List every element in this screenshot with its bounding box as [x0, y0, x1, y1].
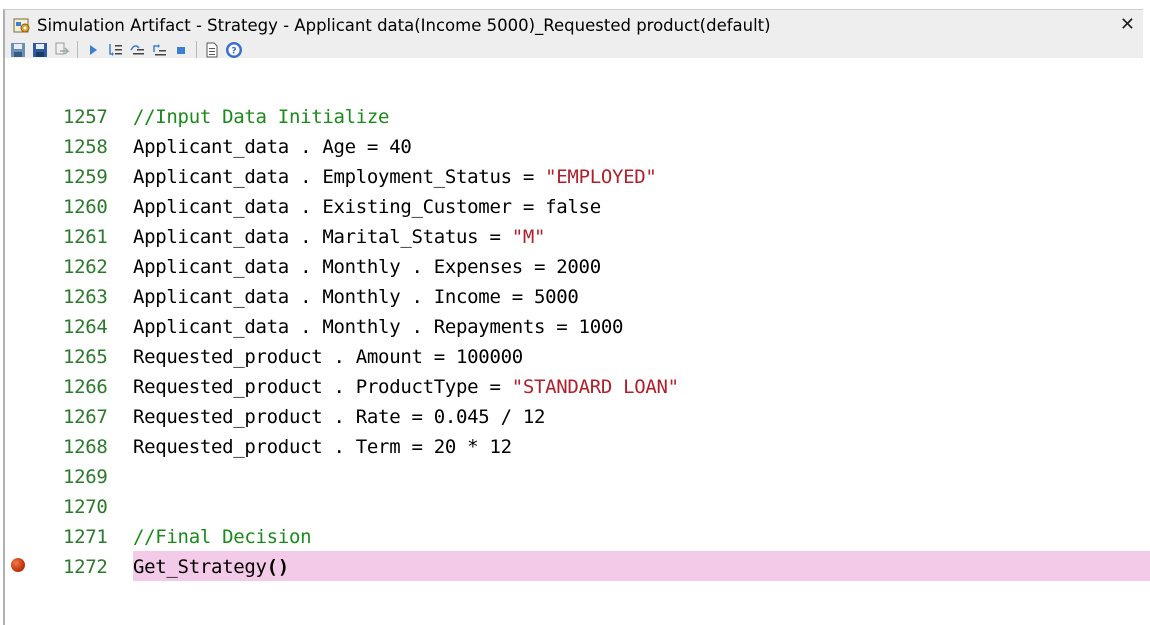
code-line[interactable]: 1257 //Input Data Initialize: [5, 101, 1150, 131]
code-text: Get_Strategy: [133, 556, 267, 578]
line-number: 1272: [63, 556, 108, 578]
code-text: Requested_product . Term = 20 * 12: [133, 436, 512, 458]
step-over-icon[interactable]: [128, 41, 146, 59]
step-in-icon[interactable]: [106, 41, 124, 59]
line-number: 1265: [63, 346, 108, 368]
line-number: 1264: [63, 316, 108, 338]
code-text: Applicant_data . Monthly . Income = 5000: [133, 286, 579, 308]
step-out-icon[interactable]: [150, 41, 168, 59]
line-number: 1257: [63, 106, 108, 128]
line-number: 1269: [63, 466, 108, 488]
line-code: Applicant_data . Monthly . Expenses = 20…: [133, 256, 601, 278]
line-number: 1271: [63, 526, 108, 548]
toolbar: ?: [5, 40, 1145, 60]
title-bar: Simulation Artifact - Strategy - Applica…: [3, 9, 1145, 60]
simulation-artifact-window: Simulation Artifact - Strategy - Applica…: [0, 0, 1150, 625]
run-icon[interactable]: [84, 41, 102, 59]
code-line[interactable]: 1266 Requested_product . ProductType = "S…: [5, 371, 1150, 401]
breakpoint-icon[interactable]: [11, 558, 25, 572]
line-code: //Final Decision: [133, 526, 312, 548]
code-line[interactable]: 1264 Applicant_data . Monthly . Repayment…: [5, 311, 1150, 341]
line-number: 1258: [63, 136, 108, 158]
line-code: Applicant_data . Marital_Status = "M": [133, 226, 545, 248]
line-number: 1268: [63, 436, 108, 458]
code-text: Requested_product . Amount = 100000: [133, 346, 523, 368]
code-text: Applicant_data . Age = 40: [133, 136, 412, 158]
title-row: Simulation Artifact - Strategy - Applica…: [5, 10, 1145, 41]
line-number: 1261: [63, 226, 108, 248]
line-code: //Input Data Initialize: [133, 106, 390, 128]
code-parens: (): [266, 556, 290, 578]
code-line[interactable]: 1262 Applicant_data . Monthly . Expenses …: [5, 251, 1150, 281]
code-line[interactable]: 1263 Applicant_data . Monthly . Income = …: [5, 281, 1150, 311]
code-line[interactable]: 1259 Applicant_data . Employment_Status =…: [5, 161, 1150, 191]
line-number: 1266: [63, 376, 108, 398]
stop-icon[interactable]: [172, 41, 190, 59]
code-line[interactable]: 1272 Get_Strategy(): [5, 551, 1150, 581]
line-number: 1270: [63, 496, 108, 518]
window-title: Simulation Artifact - Strategy - Applica…: [37, 16, 771, 35]
code-text: Applicant_data . Employment_Status =: [133, 166, 546, 188]
code-line[interactable]: 1265 Requested_product . Amount = 100000: [5, 341, 1150, 371]
save-as-icon[interactable]: [31, 41, 49, 59]
code-line[interactable]: 1260 Applicant_data . Existing_Customer =…: [5, 191, 1150, 221]
code-text: Applicant_data . Existing_Customer = fal…: [133, 196, 601, 218]
line-code: Applicant_data . Employment_Status = "EM…: [133, 166, 657, 188]
save-icon[interactable]: [9, 41, 27, 59]
code-text: Applicant_data . Monthly . Expenses = 20…: [133, 256, 601, 278]
code-editor[interactable]: 1257 //Input Data Initialize 1258 Applicant…: [3, 58, 1150, 625]
svg-text:?: ?: [231, 47, 236, 57]
line-code: Requested_product . Rate = 0.045 / 12: [133, 406, 545, 428]
code-text: Requested_product . ProductType =: [133, 376, 512, 398]
line-code: Requested_product . Term = 20 * 12: [133, 436, 512, 458]
line-code: Requested_product . ProductType = "STAND…: [133, 376, 679, 398]
step-icon[interactable]: [53, 41, 71, 59]
code-line[interactable]: 1268 Requested_product . Term = 20 * 12: [5, 431, 1150, 461]
simulation-artifact-icon: [13, 17, 31, 35]
line-number: 1267: [63, 406, 108, 428]
code-text: Applicant_data . Monthly . Repayments = …: [133, 316, 624, 338]
code-text: Requested_product . Rate = 0.045 / 12: [133, 406, 546, 428]
code-line[interactable]: 1270: [5, 491, 1150, 521]
code-line[interactable]: 1261 Applicant_data . Marital_Status = "M…: [5, 221, 1150, 251]
code-string-literal: "STANDARD LOAN": [511, 376, 679, 398]
code-line[interactable]: 1269: [5, 461, 1150, 491]
code-text: Applicant_data . Marital_Status =: [133, 226, 512, 248]
code-line[interactable]: 1267 Requested_product . Rate = 0.045 / 1…: [5, 401, 1150, 431]
close-icon[interactable]: ✕: [1120, 14, 1135, 35]
code-comment: //Input Data Initialize: [133, 106, 390, 128]
line-code: Applicant_data . Monthly . Income = 5000: [133, 286, 579, 308]
line-number: 1259: [63, 166, 108, 188]
code-line[interactable]: 1258 Applicant_data . Age = 40: [5, 131, 1150, 161]
code-line[interactable]: 1271 //Final Decision: [5, 521, 1150, 551]
line-code: Applicant_data . Monthly . Repayments = …: [133, 316, 623, 338]
line-number: 1263: [63, 286, 108, 308]
toolbar-separator: [77, 41, 78, 59]
line-number: 1262: [63, 256, 108, 278]
line-code: Requested_product . Amount = 100000: [133, 346, 523, 368]
help-icon[interactable]: ?: [225, 41, 243, 59]
toolbar-separator: [196, 41, 197, 59]
top-strip: [0, 0, 1150, 9]
code-comment: //Final Decision: [133, 526, 312, 548]
line-code: Applicant_data . Existing_Customer = fal…: [133, 196, 601, 218]
document-icon[interactable]: [203, 41, 221, 59]
code-string-literal: "M": [511, 226, 546, 248]
line-number: 1260: [63, 196, 108, 218]
line-code: Applicant_data . Age = 40: [133, 136, 412, 158]
code-string-literal: "EMPLOYED": [545, 166, 657, 188]
line-code: Get_Strategy(): [133, 556, 289, 578]
